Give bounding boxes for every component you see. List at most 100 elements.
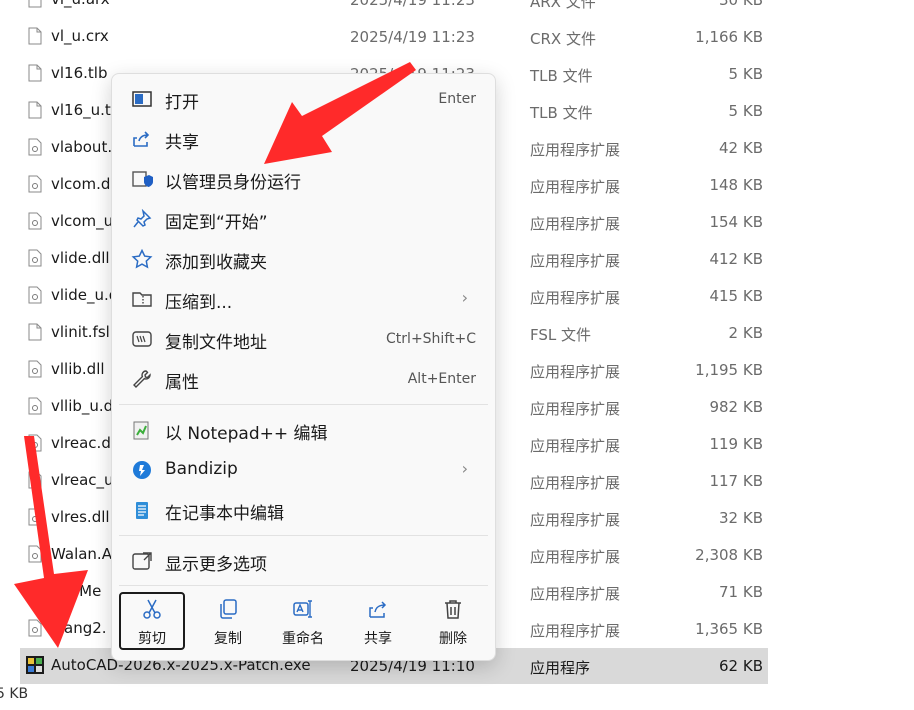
- menu-item-label: 打开: [165, 93, 199, 113]
- dll-file-icon: [28, 138, 42, 156]
- menu-item-label: Bandizip: [165, 459, 238, 479]
- menu-item-label: 添加到收藏夹: [165, 253, 267, 273]
- menu-item-copy-path[interactable]: 复制文件地址 Ctrl+Shift+C: [117, 320, 490, 358]
- menu-item-shortcut: Enter: [438, 91, 476, 107]
- file-size: 32 KB: [719, 509, 763, 527]
- file-type: 应用程序扩展: [530, 178, 621, 196]
- file-icon: [28, 27, 42, 45]
- quick-action-label: 删除: [439, 631, 467, 647]
- menu-item-label: 显示更多选项: [165, 555, 267, 575]
- file-type: 应用程序扩展: [530, 474, 621, 492]
- dll-file-icon: [28, 397, 42, 415]
- file-size: 119 KB: [709, 435, 763, 453]
- share-button[interactable]: 共享: [345, 592, 411, 650]
- menu-item-bandizip[interactable]: Bandizip ›: [117, 451, 490, 489]
- file-name: vl16.tlb: [51, 64, 108, 82]
- zip-folder-icon: [132, 292, 152, 307]
- scissors-icon: [143, 599, 161, 619]
- rename-icon: [293, 600, 312, 618]
- quick-action-label: 共享: [364, 631, 392, 647]
- share-icon: [133, 131, 150, 147]
- menu-item-add-favorite[interactable]: 添加到收藏夹: [117, 240, 490, 278]
- file-type: TLB 文件: [530, 67, 593, 85]
- file-icon: [28, 101, 42, 119]
- file-size: 5 KB: [728, 65, 763, 83]
- menu-item-shortcut: Alt+Enter: [407, 371, 476, 387]
- quick-action-label: 重命名: [282, 631, 324, 647]
- dll-file-icon: [28, 286, 42, 304]
- file-type: 应用程序扩展: [530, 511, 621, 529]
- file-type: 应用程序扩展: [530, 363, 621, 381]
- menu-separator: [119, 404, 488, 405]
- red-arrow-annotation-bottom: [14, 436, 88, 648]
- file-size: 62 KB: [719, 657, 763, 675]
- menu-separator: [119, 535, 488, 536]
- wrench-icon: [133, 370, 151, 388]
- dll-file-icon: [28, 249, 42, 267]
- file-type: 应用程序扩展: [530, 622, 621, 640]
- file-size: 71 KB: [719, 583, 763, 601]
- file-name: vlcom.dll: [51, 175, 119, 193]
- autocad-exe-icon: [26, 656, 44, 674]
- file-type: 应用程序扩展: [530, 289, 621, 307]
- menu-item-pin-to-start[interactable]: 固定到“开始”: [117, 200, 490, 238]
- quick-action-label: 剪切: [138, 631, 166, 647]
- menu-item-compress[interactable]: 压缩到... ›: [117, 280, 490, 318]
- rename-button[interactable]: 重命名: [270, 592, 336, 650]
- file-size: 412 KB: [709, 250, 763, 268]
- file-row[interactable]: vl_u.crx 2025/4/19 11:23 CRX 文件 1,166 KB: [20, 19, 768, 55]
- menu-item-more-options[interactable]: 显示更多选项: [117, 542, 490, 580]
- file-size: 982 KB: [709, 398, 763, 416]
- more-options-icon: [132, 552, 152, 570]
- file-row[interactable]: vl_u.arx 2025/4/19 11:23 ARX 文件 30 KB: [20, 0, 768, 18]
- file-type: 应用程序扩展: [530, 215, 621, 233]
- file-name: vl_u.crx: [51, 27, 109, 45]
- file-size: 1,166 KB: [695, 28, 763, 46]
- menu-separator: [119, 585, 488, 586]
- file-type: TLB 文件: [530, 104, 593, 122]
- file-size: 42 KB: [719, 139, 763, 157]
- menu-item-properties[interactable]: 属性 Alt+Enter: [117, 360, 490, 398]
- file-size: 5 KB: [728, 102, 763, 120]
- file-type: 应用程序扩展: [530, 548, 621, 566]
- menu-item-shortcut: Ctrl+Shift+C: [386, 331, 476, 347]
- menu-item-label: 在记事本中编辑: [165, 504, 284, 524]
- red-arrow-annotation-top: [264, 62, 416, 164]
- menu-item-label: 属性: [165, 373, 199, 393]
- menu-item-edit-in-notepad[interactable]: 在记事本中编辑: [117, 491, 490, 529]
- menu-item-label: 共享: [165, 133, 199, 153]
- file-type: ARX 文件: [530, 0, 596, 11]
- menu-item-notepadpp[interactable]: 以 Notepad++ 编辑: [117, 411, 490, 449]
- pin-icon: [133, 209, 152, 228]
- menu-item-label: 固定到“开始”: [165, 213, 268, 233]
- file-type: 应用程序扩展: [530, 437, 621, 455]
- bandizip-icon: [133, 461, 151, 479]
- copy-icon: [220, 599, 237, 619]
- open-icon: [132, 91, 152, 107]
- cut-button[interactable]: 剪切: [119, 592, 185, 650]
- file-size: 2 KB: [728, 324, 763, 342]
- file-type: FSL 文件: [530, 326, 592, 344]
- file-icon: [28, 323, 42, 341]
- file-type: 应用程序: [530, 659, 591, 677]
- copy-button[interactable]: 复制: [195, 592, 261, 650]
- star-icon: [131, 249, 153, 269]
- file-date: 2025/4/19 11:23: [350, 0, 475, 9]
- file-name: vlinit.fsl: [51, 323, 110, 341]
- file-icon: [28, 64, 42, 82]
- file-size: 154 KB: [709, 213, 763, 231]
- copy-path-icon: [132, 331, 152, 347]
- chevron-right-icon: ›: [461, 459, 468, 478]
- dll-file-icon: [28, 175, 42, 193]
- file-size: 148 KB: [709, 176, 763, 194]
- file-name: vl_u.arx: [51, 0, 110, 8]
- status-bar-size: 5 KB: [0, 686, 29, 702]
- dll-file-icon: [28, 360, 42, 378]
- trash-icon: [445, 600, 461, 619]
- delete-button[interactable]: 删除: [420, 592, 486, 650]
- menu-item-label: 以 Notepad++ 编辑: [165, 424, 328, 444]
- file-type: CRX 文件: [530, 30, 596, 48]
- file-name: vlide.dll: [51, 249, 110, 267]
- file-size: 30 KB: [719, 0, 763, 9]
- share-icon: [369, 601, 387, 618]
